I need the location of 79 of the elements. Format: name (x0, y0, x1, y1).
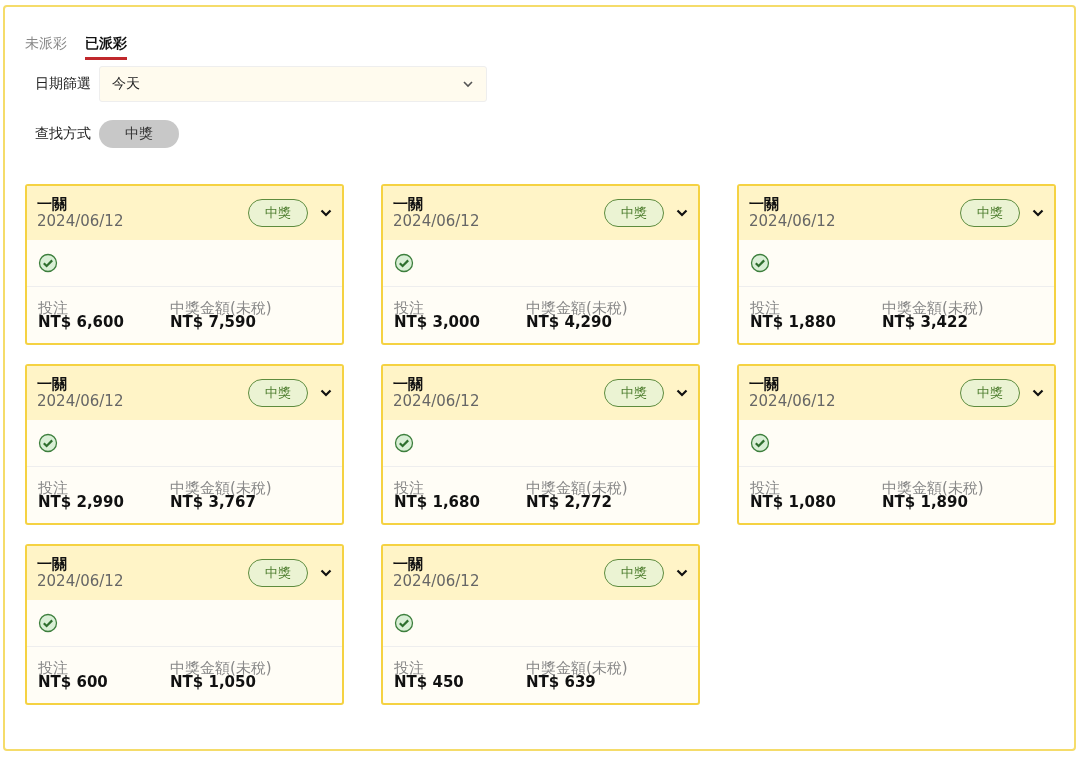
date-select[interactable]: 今天 (99, 66, 487, 102)
stake-label: 投注 (394, 481, 424, 495)
bet-date: 2024/06/12 (37, 571, 125, 590)
status-badge: 中獎 (248, 379, 308, 407)
stake-amount: NT$ 1,880 (750, 315, 837, 330)
check-circle-icon (38, 253, 58, 273)
chevron-down-icon[interactable] (320, 389, 332, 397)
tab[interactable]: 未派彩 (25, 29, 67, 60)
payout-label: 中獎金額(未稅) (170, 301, 272, 315)
stake-amount: NT$ 450 (394, 675, 465, 690)
bet-type: 一關 (37, 556, 68, 572)
stake-amount: NT$ 1,080 (750, 495, 837, 510)
payout-amount: NT$ 4,290 (526, 315, 612, 330)
check-circle-icon (38, 433, 58, 453)
check-circle-icon (38, 613, 58, 633)
check-circle-icon (394, 433, 414, 453)
payout-amount: NT$ 3,422 (882, 315, 968, 330)
bet-type: 一關 (749, 196, 780, 212)
bet-date: 2024/06/12 (393, 571, 481, 590)
payout-label: 中獎金額(未稅) (170, 481, 272, 495)
payout-label: 中獎金額(未稅) (526, 301, 628, 315)
bet-date: 2024/06/12 (393, 211, 481, 230)
payout-amount: NT$ 1,890 (882, 495, 968, 510)
status-badge: 中獎 (960, 199, 1020, 227)
bet-type: 一關 (37, 196, 68, 212)
stake-amount: NT$ 2,990 (38, 495, 125, 510)
chevron-down-icon[interactable] (1032, 209, 1044, 217)
bet-date: 2024/06/12 (37, 211, 125, 230)
payout-amount: NT$ 639 (526, 675, 596, 690)
bet-type: 一關 (393, 376, 424, 392)
tab[interactable]: 已派彩 (85, 29, 127, 60)
payout-label: 中獎金額(未稅) (882, 301, 984, 315)
payout-label: 中獎金額(未稅) (526, 661, 628, 675)
stake-amount: NT$ 1,680 (394, 495, 481, 510)
bet-date: 2024/06/12 (393, 391, 481, 410)
chevron-down-icon (462, 80, 474, 88)
status-badge: 中獎 (960, 379, 1020, 407)
chevron-down-icon[interactable] (676, 209, 688, 217)
stake-amount: NT$ 600 (38, 675, 109, 690)
bet-type: 一關 (393, 196, 424, 212)
stake-label: 投注 (38, 481, 68, 495)
check-circle-icon (750, 433, 770, 453)
bet-date: 2024/06/12 (749, 391, 837, 410)
check-circle-icon (750, 253, 770, 273)
payout-label: 中獎金額(未稅) (170, 661, 272, 675)
check-circle-icon (394, 253, 414, 273)
check-circle-icon (394, 613, 414, 633)
payout-amount: NT$ 1,050 (170, 675, 256, 690)
stake-label: 投注 (38, 301, 68, 315)
search-mode-label: 查找方式 (35, 125, 91, 143)
date-filter-label: 日期篩選 (35, 75, 91, 93)
chevron-down-icon[interactable] (676, 569, 688, 577)
payout-amount: NT$ 3,767 (170, 495, 256, 510)
bet-type: 一關 (749, 376, 780, 392)
payout-label: 中獎金額(未稅) (526, 481, 628, 495)
chevron-down-icon[interactable] (320, 209, 332, 217)
payout-amount: NT$ 7,590 (170, 315, 256, 330)
status-badge: 中獎 (248, 559, 308, 587)
stake-label: 投注 (394, 661, 424, 675)
status-badge: 中獎 (604, 199, 664, 227)
bet-type: 一關 (393, 556, 424, 572)
status-badge: 中獎 (248, 199, 308, 227)
stake-label: 投注 (38, 661, 68, 675)
chevron-down-icon[interactable] (1032, 389, 1044, 397)
bet-date: 2024/06/12 (37, 391, 125, 410)
status-badge: 中獎 (604, 379, 664, 407)
bet-type: 一關 (37, 376, 68, 392)
chevron-down-icon[interactable] (320, 569, 332, 577)
stake-label: 投注 (750, 301, 780, 315)
filter-chip[interactable]: 中獎 (99, 120, 179, 148)
stake-amount: NT$ 6,600 (38, 315, 125, 330)
payout-amount: NT$ 2,772 (526, 495, 612, 510)
chevron-down-icon[interactable] (676, 389, 688, 397)
bet-date: 2024/06/12 (749, 211, 837, 230)
stake-label: 投注 (394, 301, 424, 315)
status-badge: 中獎 (604, 559, 664, 587)
payout-label: 中獎金額(未稅) (882, 481, 984, 495)
stake-amount: NT$ 3,000 (394, 315, 481, 330)
stake-label: 投注 (750, 481, 780, 495)
